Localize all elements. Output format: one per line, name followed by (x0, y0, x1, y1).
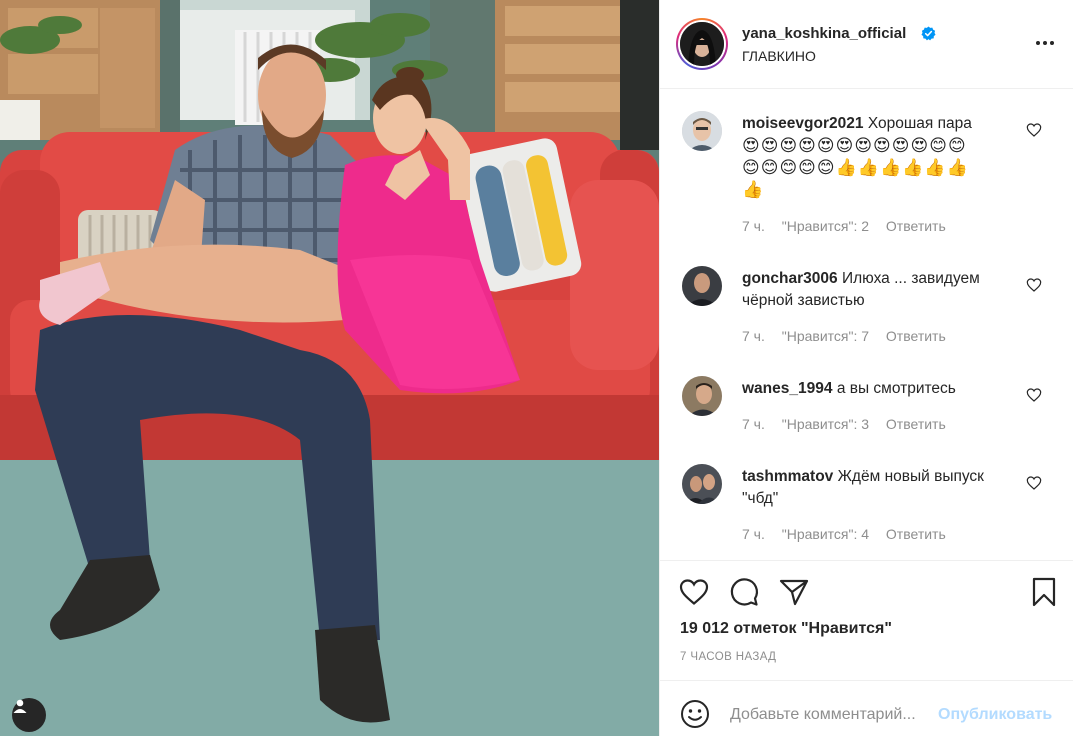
comment-heart-icon[interactable] (1026, 277, 1042, 293)
likes-count[interactable]: 19 012 отметок "Нравится" (680, 620, 892, 638)
ellipsis-icon[interactable] (1036, 36, 1058, 50)
reply-button[interactable]: Ответить (886, 526, 946, 542)
comment-meta: 7 ч. "Нравится": 7 Ответить (742, 328, 959, 344)
post-location[interactable]: ГЛАВКИНО (742, 48, 816, 64)
bookmark-icon[interactable] (1028, 576, 1060, 608)
avatar-illustration (682, 464, 722, 504)
comment-emoji-line: 😊😊😊😊😊👍👍👍👍👍👍 (742, 158, 969, 177)
post-actions: 19 012 отметок "Нравится" 7 ЧАСОВ НАЗАД (660, 560, 1073, 680)
user-tag-icon[interactable] (12, 698, 46, 732)
comment-meta: 7 ч. "Нравится": 2 Ответить (742, 218, 959, 234)
commenter-avatar[interactable] (682, 266, 722, 306)
comment-item: moiseevgor2021 Хорошая пара 😍😍😍😍😍😍😍😍😍😍😊😊… (660, 109, 1073, 239)
comment-time[interactable]: 7 ч. (742, 416, 765, 432)
comments-list: moiseevgor2021 Хорошая пара 😍😍😍😍😍😍😍😍😍😍😊😊… (660, 89, 1073, 559)
comment-input[interactable] (730, 701, 935, 729)
avatar-illustration (682, 111, 722, 151)
commenter-avatar[interactable] (682, 464, 722, 504)
person-icon (13, 699, 27, 713)
reply-button[interactable]: Ответить (886, 218, 946, 234)
post-sidebar: yana_koshkina_official ГЛАВКИНО moiseevg… (659, 0, 1073, 736)
comment-likes[interactable]: "Нравится": 3 (782, 416, 869, 432)
comment-likes[interactable]: "Нравится": 7 (782, 328, 869, 344)
commenter-avatar[interactable] (682, 111, 722, 151)
avatar-illustration (682, 266, 722, 306)
comment-item: wanes_1994 а вы смотритесь 7 ч. "Нравитс… (660, 374, 1073, 444)
post-photo[interactable] (0, 0, 659, 736)
comment-heart-icon[interactable] (1026, 122, 1042, 138)
comment-emoji-line: 👍 (742, 180, 765, 199)
comment-heart-icon[interactable] (1026, 475, 1042, 491)
photo-illustration (0, 0, 659, 736)
author-username[interactable]: yana_koshkina_official (742, 25, 906, 42)
avatar-illustration (682, 376, 722, 416)
comment-body: wanes_1994 а вы смотритесь (742, 378, 1022, 400)
comment-emoji-line: 😍😍😍😍😍😍😍😍😍😍😊😊 (742, 136, 967, 155)
comment-meta: 7 ч. "Нравится": 4 Ответить (742, 526, 959, 542)
heart-icon[interactable] (678, 576, 710, 608)
comment-username[interactable]: moiseevgor2021 (742, 115, 864, 132)
avatar-illustration (680, 22, 724, 66)
dot (1043, 41, 1047, 45)
instagram-post: yana_koshkina_official ГЛАВКИНО moiseevg… (0, 0, 1073, 736)
comment-bubble-icon[interactable] (728, 576, 760, 608)
comment-body: tashmmatov Ждём новый выпуск "чбд" (742, 466, 1022, 510)
add-comment-bar: Опубликовать (660, 680, 1073, 736)
avatar-inner (678, 20, 726, 68)
comment-body: gonchar3006 Илюха ... завидуем чёрной за… (742, 268, 1022, 312)
paper-plane-icon[interactable] (778, 576, 810, 608)
comment-likes[interactable]: "Нравится": 4 (782, 526, 869, 542)
dot (1050, 41, 1054, 45)
comment-heart-icon[interactable] (1026, 387, 1042, 403)
comment-text: а вы смотритесь (836, 380, 956, 397)
comment-item: tashmmatov Ждём новый выпуск "чбд" 7 ч. … (660, 462, 1073, 552)
comment-likes[interactable]: "Нравится": 2 (782, 218, 869, 234)
author-avatar-photo (680, 22, 724, 66)
comment-item: gonchar3006 Илюха ... завидуем чёрной за… (660, 264, 1073, 354)
comment-username[interactable]: gonchar3006 (742, 270, 838, 287)
commenter-avatar[interactable] (682, 376, 722, 416)
comment-username[interactable]: wanes_1994 (742, 380, 833, 397)
comment-text: Хорошая пара (867, 115, 972, 132)
reply-button[interactable]: Ответить (886, 416, 946, 432)
comment-time[interactable]: 7 ч. (742, 526, 765, 542)
publish-button[interactable]: Опубликовать (938, 706, 1052, 724)
dot (1036, 41, 1040, 45)
reply-button[interactable]: Ответить (886, 328, 946, 344)
post-timestamp[interactable]: 7 ЧАСОВ НАЗАД (680, 651, 776, 663)
comment-time[interactable]: 7 ч. (742, 328, 765, 344)
author-avatar[interactable] (676, 18, 728, 70)
post-header: yana_koshkina_official ГЛАВКИНО (660, 0, 1073, 89)
comment-meta: 7 ч. "Нравится": 3 Ответить (742, 416, 959, 432)
smiley-icon[interactable] (680, 699, 710, 729)
comment-username[interactable]: tashmmatov (742, 468, 833, 485)
comment-body: moiseevgor2021 Хорошая пара 😍😍😍😍😍😍😍😍😍😍😊😊… (742, 113, 1022, 201)
verified-badge-icon (921, 26, 936, 41)
comment-time[interactable]: 7 ч. (742, 218, 765, 234)
